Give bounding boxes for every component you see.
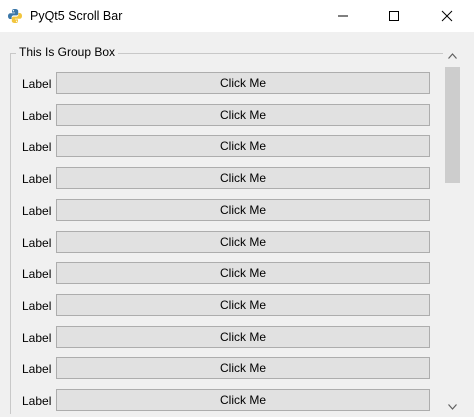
python-logo-icon [7,8,23,24]
close-button[interactable] [424,0,470,32]
click-me-button[interactable]: Click Me [56,262,430,284]
click-me-button[interactable]: Click Me [56,167,430,189]
scrollbar-thumb[interactable] [445,67,460,183]
maximize-button[interactable] [371,0,417,32]
click-me-button[interactable]: Click Me [56,135,430,157]
click-me-button[interactable]: Click Me [56,357,430,379]
chevron-up-icon [448,53,457,59]
title-bar: PyQt5 Scroll Bar [0,0,474,32]
click-me-button[interactable]: Click Me [56,104,430,126]
row-label: Label [22,394,52,408]
row-label: Label [22,236,52,250]
click-me-button[interactable]: Click Me [56,389,430,411]
window-title: PyQt5 Scroll Bar [30,9,123,23]
click-me-button[interactable]: Click Me [56,231,430,253]
scroll-up-button[interactable] [443,48,462,65]
minimize-icon [338,15,348,17]
click-me-button[interactable]: Click Me [56,326,430,348]
click-me-button[interactable]: Click Me [56,199,430,221]
row-label: Label [22,362,52,376]
click-me-button[interactable]: Click Me [56,72,430,94]
row-label: Label [22,77,52,91]
app-window: PyQt5 Scroll Bar This Is Group Box Label… [0,0,474,417]
vertical-scrollbar[interactable] [443,48,462,417]
chevron-down-icon [448,404,457,410]
click-me-button[interactable]: Click Me [56,294,430,316]
row-label: Label [22,267,52,281]
scroll-down-button[interactable] [443,399,462,416]
row-label: Label [22,204,52,218]
row-label: Label [22,109,52,123]
row-label: Label [22,331,52,345]
row-label: Label [22,140,52,154]
close-icon [441,10,453,22]
maximize-icon [389,11,399,21]
group-box-title: This Is Group Box [16,45,119,59]
minimize-button[interactable] [320,0,366,32]
row-label: Label [22,299,52,313]
row-label: Label [22,172,52,186]
